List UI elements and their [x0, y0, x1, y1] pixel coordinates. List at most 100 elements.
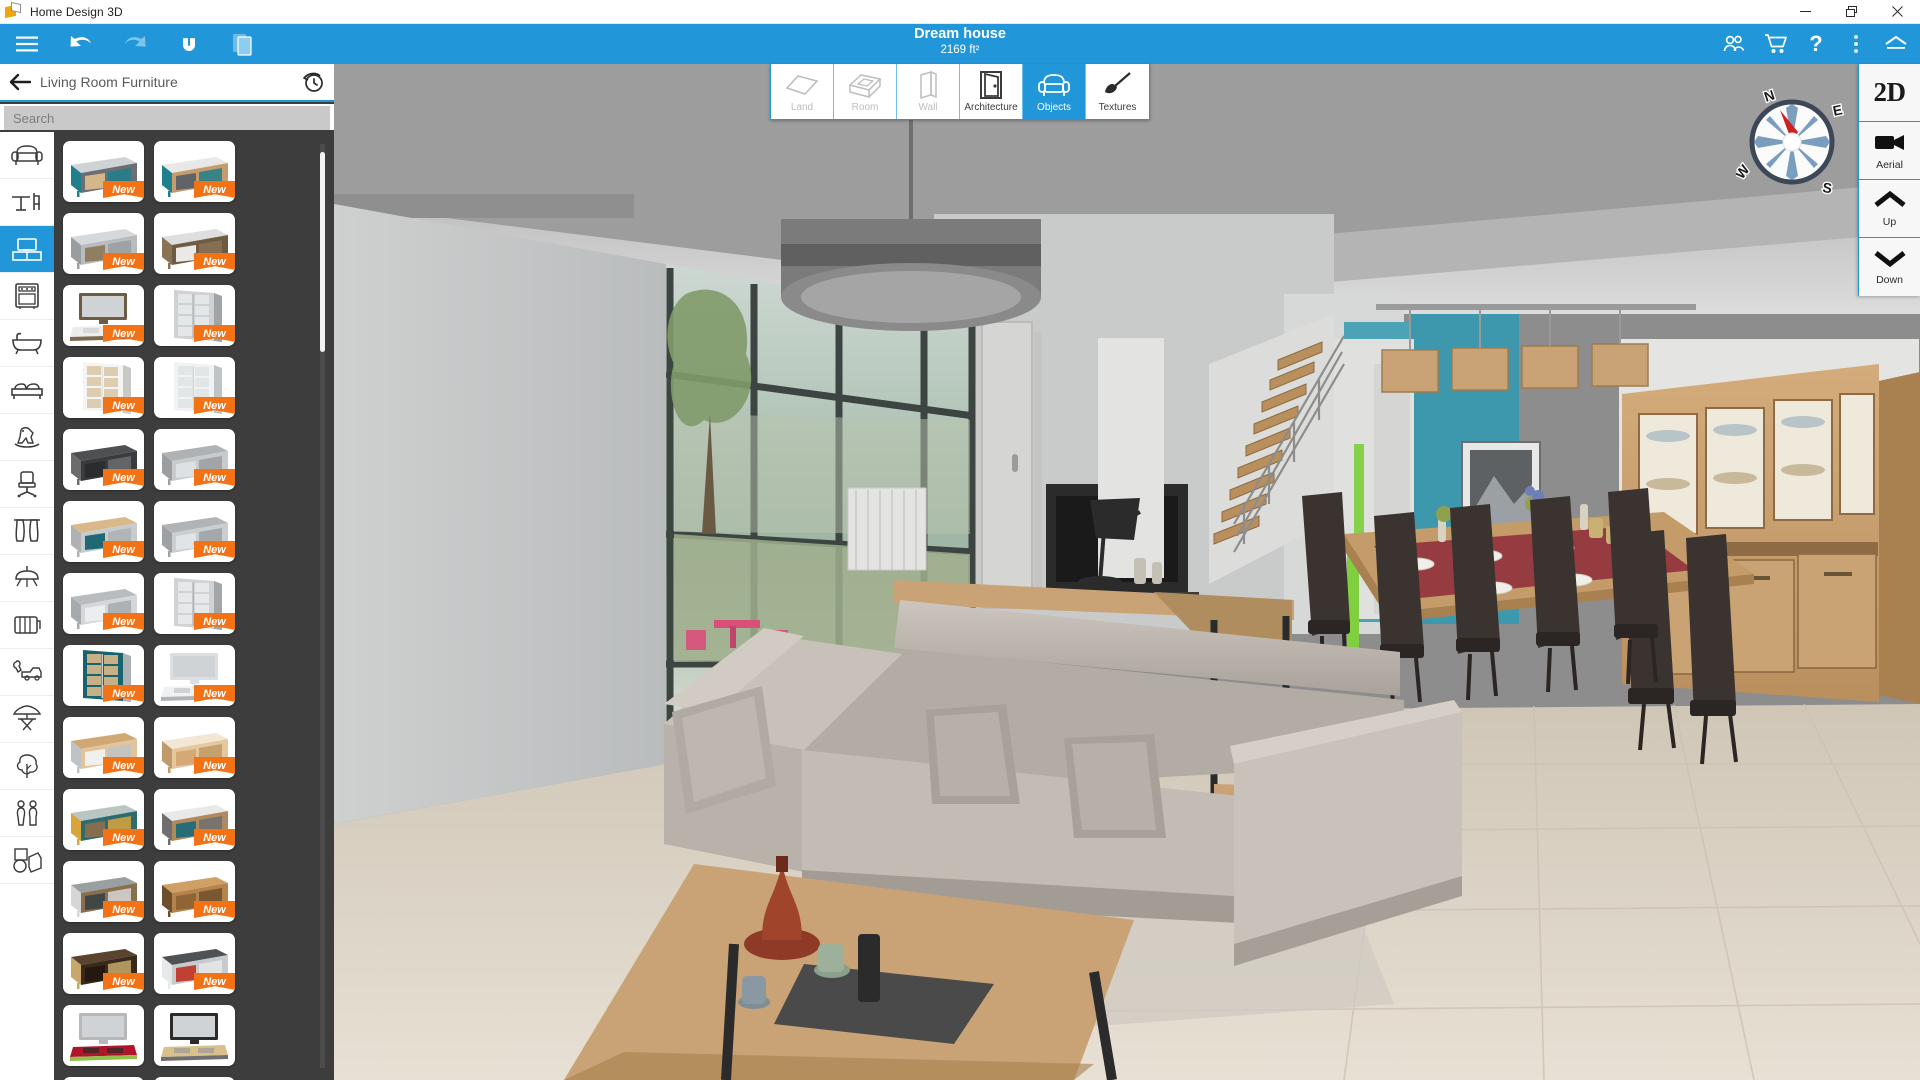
object-thumbnail[interactable]: New [154, 717, 235, 778]
object-thumbnail[interactable]: New [63, 285, 144, 346]
object-thumbnail[interactable]: New [154, 141, 235, 202]
sidebar-item-tv-furniture[interactable] [0, 226, 54, 273]
back-arrow-icon[interactable] [0, 63, 40, 101]
tab-room-label: Room [851, 102, 879, 113]
sidebar-item-outdoor[interactable] [0, 696, 54, 743]
people-icon [12, 799, 42, 827]
more-options-icon[interactable] [1836, 24, 1876, 64]
compass-north-label: N [1762, 87, 1777, 105]
camera-down-button[interactable]: Down [1859, 238, 1920, 296]
object-thumbnail[interactable]: New [154, 285, 235, 346]
compass-east-label: E [1831, 101, 1843, 119]
help-icon[interactable]: ? [1796, 24, 1836, 64]
window-titlebar: Home Design 3D [0, 0, 1920, 24]
sidebar-item-office[interactable] [0, 461, 54, 508]
compass-widget[interactable]: N E S W [1730, 85, 1848, 198]
view-mode-2d-button[interactable]: 2D [1859, 64, 1920, 122]
object-thumbnail[interactable] [154, 1005, 235, 1066]
app-toolbar-right-group: ? [1716, 24, 1916, 64]
chevron-up-icon [1873, 190, 1907, 215]
object-thumbnail[interactable]: New [154, 861, 235, 922]
sofa-icon [10, 142, 44, 168]
sidebar-item-garage[interactable] [0, 649, 54, 696]
tab-textures[interactable]: Textures [1086, 64, 1149, 119]
cart-icon[interactable] [1756, 24, 1796, 64]
sidebar-item-lighting[interactable] [0, 555, 54, 602]
object-thumbnail[interactable]: New [154, 357, 235, 418]
sidebar-item-garden[interactable] [0, 743, 54, 790]
app-toolbar: Dream house 2169 ft² ? [0, 24, 1920, 64]
camera-up-button[interactable]: Up [1859, 180, 1920, 238]
object-thumbnail[interactable]: New [154, 573, 235, 634]
3d-scene-viewport[interactable] [334, 64, 1920, 1080]
sidebar-item-kids[interactable] [0, 414, 54, 461]
bathtub-icon [10, 331, 44, 355]
collapse-icon[interactable] [1876, 24, 1916, 64]
object-thumbnail[interactable]: New [154, 645, 235, 706]
camera-aerial-button[interactable]: Aerial [1859, 122, 1920, 180]
object-thumbnail[interactable] [63, 1005, 144, 1066]
object-thumbnail[interactable]: New [63, 141, 144, 202]
menu-icon[interactable] [0, 24, 54, 64]
scrollbar-thumb[interactable] [320, 152, 325, 352]
tab-land[interactable]: Land [771, 64, 834, 119]
object-thumbnail-scroll[interactable]: New New New New New New New New New New New New New N… [54, 132, 334, 1080]
object-thumbnail[interactable]: New [63, 717, 144, 778]
compass-west-label: W [1736, 161, 1753, 182]
object-thumbnail[interactable]: New [63, 357, 144, 418]
curtains-icon [12, 517, 42, 545]
sidebar-item-bathroom[interactable] [0, 320, 54, 367]
shapes-icon [11, 846, 43, 874]
library-scrollbar[interactable] [320, 144, 325, 1068]
object-thumbnail[interactable]: New [63, 645, 144, 706]
object-thumbnail[interactable]: New [154, 213, 235, 274]
sidebar-item-misc[interactable] [0, 837, 54, 884]
tab-objects[interactable]: Objects [1023, 64, 1086, 119]
room-box-icon [847, 70, 883, 100]
page-title: Living Room Furniture [40, 74, 178, 90]
object-thumbnail[interactable]: New [154, 789, 235, 850]
community-icon[interactable] [1716, 24, 1756, 64]
wall-slab-icon [915, 70, 941, 100]
oven-icon [13, 282, 41, 310]
object-thumbnail[interactable]: New [63, 573, 144, 634]
sidebar-item-kitchen[interactable] [0, 273, 54, 320]
radiator-icon [11, 612, 43, 638]
magnet-icon[interactable] [162, 24, 216, 64]
object-thumbnail[interactable]: New [63, 933, 144, 994]
window-maximize-button[interactable] [1828, 0, 1874, 24]
history-clock-icon[interactable] [292, 63, 334, 101]
objects-library-panel: Living Room Furniture Search New New New… [0, 64, 334, 1080]
window-close-button[interactable] [1874, 0, 1920, 24]
duplicate-icon[interactable] [216, 24, 270, 64]
object-thumbnail[interactable]: New [154, 429, 235, 490]
object-thumbnail[interactable]: New [63, 861, 144, 922]
tab-room[interactable]: Room [834, 64, 897, 119]
object-thumbnail[interactable]: New [63, 213, 144, 274]
sidebar-item-curtains[interactable] [0, 508, 54, 555]
car-tools-icon [10, 659, 44, 685]
sidebar-item-people[interactable] [0, 790, 54, 837]
office-chair-icon [13, 470, 41, 498]
app-toolbar-left-group [0, 24, 270, 64]
project-title-block: Dream house 2169 ft² [0, 26, 1920, 57]
parasol-icon [11, 705, 43, 733]
search-bar [0, 104, 334, 130]
search-input[interactable] [4, 106, 330, 130]
window-minimize-button[interactable] [1782, 0, 1828, 24]
sidebar-item-heating[interactable] [0, 602, 54, 649]
tab-wall[interactable]: Wall [897, 64, 960, 119]
object-thumbnail[interactable]: New [154, 933, 235, 994]
object-thumbnail[interactable]: New [63, 501, 144, 562]
object-thumbnail[interactable]: New [154, 501, 235, 562]
video-camera-icon [1873, 131, 1907, 158]
object-thumbnail[interactable]: New [63, 429, 144, 490]
object-thumbnail[interactable]: New [63, 789, 144, 850]
tab-architecture[interactable]: Architecture [960, 64, 1023, 119]
sidebar-item-living-room[interactable] [0, 132, 54, 179]
redo-icon[interactable] [108, 24, 162, 64]
sidebar-item-bedroom[interactable] [0, 367, 54, 414]
sidebar-item-dining-room[interactable] [0, 179, 54, 226]
undo-icon[interactable] [54, 24, 108, 64]
rocking-horse-icon [11, 424, 43, 450]
